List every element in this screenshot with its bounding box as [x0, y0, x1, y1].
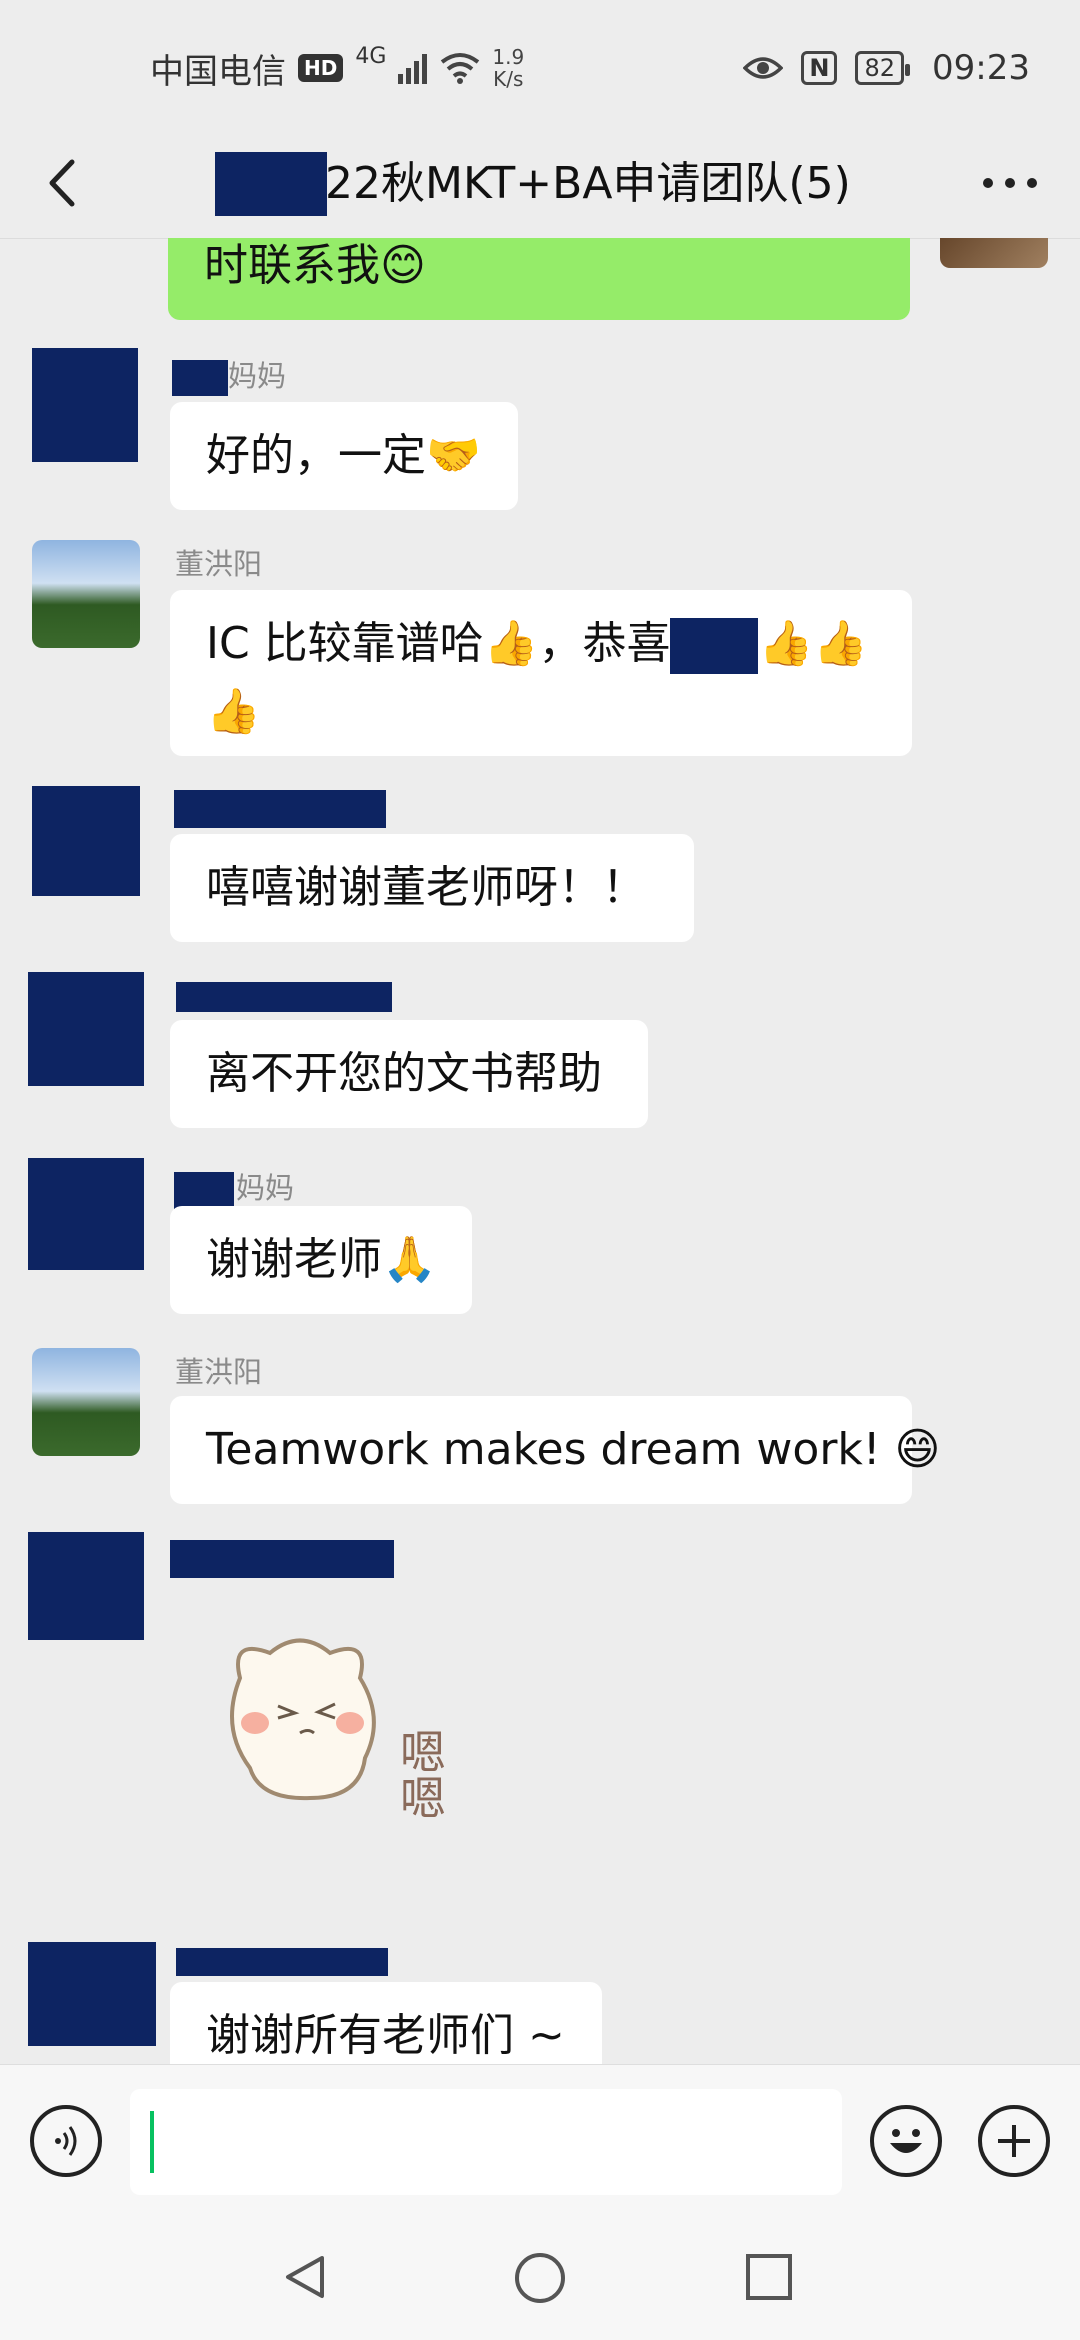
avatar[interactable]	[28, 1158, 144, 1270]
sticker-image[interactable]: 嗯嗯	[200, 1618, 490, 1818]
avatar[interactable]	[32, 540, 140, 648]
eye-icon	[743, 57, 784, 79]
sender-name: 妈妈	[228, 359, 287, 393]
more-icon[interactable]	[970, 148, 1050, 218]
message-text: 好的，一定🤝	[206, 430, 481, 481]
nav-back-icon[interactable]	[280, 2252, 330, 2302]
hd-badge: HD	[298, 54, 344, 82]
sender-name: 董洪阳	[175, 1355, 263, 1389]
redacted-block	[176, 1948, 388, 1976]
status-left: 中国电信 HD 4G 1.9 K/s	[150, 38, 524, 98]
message-bubble[interactable]: Teamwork makes dream work! 😄	[170, 1396, 940, 1504]
nfc-icon: N	[801, 51, 838, 85]
message-list[interactable]: 时联系我😊 妈妈 好的，一定🤝 董洪阳 IC 比较靠谱哈👍，恭喜 👍👍 👍 嘻嘻谢…	[0, 238, 1080, 2064]
message-bubble[interactable]: IC 比较靠谱哈👍，恭喜 👍👍 👍	[170, 590, 912, 756]
sender-name: 妈妈	[236, 1171, 295, 1205]
nav-home-icon[interactable]	[512, 2250, 568, 2306]
message-text: 谢谢老师🙏	[206, 1234, 437, 1285]
message-text: 谢谢所有老师们 ~	[206, 2010, 565, 2061]
avatar[interactable]	[32, 1348, 140, 1456]
sticker-text: 嗯嗯	[393, 1728, 447, 1818]
message-bubble-own[interactable]: 时联系我😊	[168, 238, 910, 320]
network-label: 4G	[355, 44, 387, 69]
message-text: 嘻嘻谢谢董老师呀！！	[206, 862, 646, 913]
chat-header: 22秋MKT+BA申请团队(5)	[0, 130, 1080, 239]
redacted-block	[176, 982, 392, 1012]
nav-recents-icon[interactable]	[744, 2252, 794, 2302]
redacted-block	[174, 790, 386, 828]
message-bubble[interactable]: 离不开您的文书帮助	[170, 1020, 648, 1128]
message-text: IC 比较靠谱哈👍，恭喜	[206, 618, 671, 669]
system-nav-bar	[0, 2214, 1080, 2340]
redacted-block	[170, 1540, 394, 1578]
message-input[interactable]	[130, 2089, 842, 2195]
message-bubble[interactable]: 好的，一定🤝	[170, 402, 518, 510]
battery-indicator: 82	[855, 51, 910, 85]
status-right: N 82 09:23	[743, 38, 1030, 98]
avatar[interactable]	[28, 1942, 156, 2046]
message-text: 时联系我😊	[204, 240, 426, 291]
redacted-block	[670, 618, 759, 674]
speed-value: 1.9	[492, 45, 525, 69]
avatar[interactable]	[28, 972, 144, 1086]
text-cursor	[150, 2111, 154, 2173]
network-speed: 1.9 K/s	[492, 46, 524, 90]
carrier-label: 中国电信	[150, 51, 286, 92]
signal-icon	[398, 54, 428, 84]
wifi-icon	[441, 53, 480, 84]
plus-icon[interactable]	[978, 2105, 1050, 2177]
message-bubble[interactable]: 谢谢所有老师们 ~	[170, 1982, 602, 2064]
message-text: Teamwork makes dream work! 😄	[206, 1424, 941, 1475]
message-bubble[interactable]: 嘻嘻谢谢董老师呀！！	[170, 834, 694, 942]
message-text-tail: 👍👍	[758, 618, 869, 669]
emoji-icon[interactable]	[870, 2105, 942, 2177]
status-bar: 中国电信 HD 4G 1.9 K/s N 82 09:23	[0, 0, 1080, 130]
speed-unit: K/s	[493, 67, 524, 91]
avatar[interactable]	[28, 1532, 144, 1640]
redacted-block	[174, 1172, 234, 1210]
back-icon[interactable]	[30, 148, 100, 218]
message-text-line2: 👍	[206, 686, 261, 737]
chat-title: 22秋MKT+BA申请团队(5)	[325, 158, 851, 209]
clock: 09:23	[932, 48, 1030, 88]
message-bubble[interactable]: 谢谢老师🙏	[170, 1206, 472, 1314]
message-text: 离不开您的文书帮助	[206, 1048, 602, 1099]
avatar[interactable]	[32, 786, 140, 896]
sender-name: 董洪阳	[175, 547, 263, 581]
input-bar	[0, 2064, 1080, 2215]
redacted-block	[215, 152, 327, 216]
my-avatar[interactable]	[940, 238, 1048, 268]
redacted-block	[172, 360, 228, 396]
avatar[interactable]	[32, 348, 138, 462]
voice-icon[interactable]	[30, 2105, 102, 2177]
